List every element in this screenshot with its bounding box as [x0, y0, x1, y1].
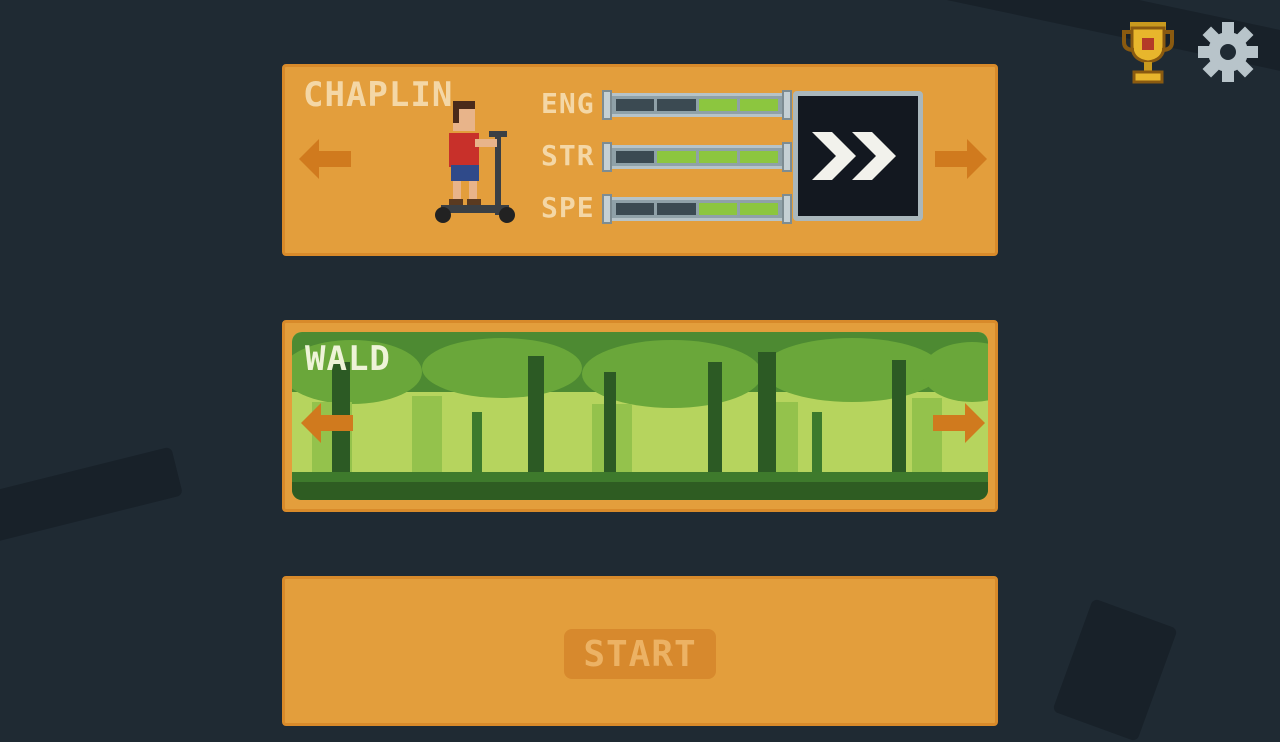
gear-icon	[1198, 22, 1258, 82]
stat-bar-segment	[739, 99, 778, 111]
stat-bar-str	[602, 142, 792, 172]
next-level-button[interactable]	[931, 403, 985, 447]
stat-bar-segment	[739, 151, 778, 163]
character-panel: CHAPLIN ENG STR SPE	[282, 64, 998, 256]
double-chevron-right-icon	[812, 132, 896, 180]
stat-bar-segment	[657, 203, 696, 215]
arrow-left-icon	[301, 403, 353, 443]
start-button[interactable]: START	[564, 629, 716, 679]
stat-bar-segment	[698, 151, 737, 163]
stat-label-spe: SPE	[541, 191, 595, 224]
player-scooter-sprite	[435, 101, 515, 223]
stat-bar-segment	[739, 203, 778, 215]
level-name: WALD	[305, 339, 391, 379]
trophy-icon	[1122, 22, 1174, 84]
prev-character-button[interactable]	[299, 139, 353, 183]
level-preview	[292, 332, 988, 500]
stat-label-eng: ENG	[541, 87, 595, 120]
stat-bar-segment	[616, 151, 655, 163]
trophy-button[interactable]	[1122, 20, 1174, 84]
prev-level-button[interactable]	[301, 403, 355, 447]
stat-bar-spe	[602, 194, 792, 224]
stat-bar-segment	[657, 151, 696, 163]
stat-bar-eng	[602, 90, 792, 120]
next-character-button[interactable]	[933, 139, 987, 183]
stat-label-str: STR	[541, 139, 595, 172]
stat-bar-segment	[616, 203, 655, 215]
stat-bar-segment	[616, 99, 655, 111]
forest-illustration	[292, 332, 988, 500]
settings-button[interactable]	[1196, 20, 1260, 84]
stat-bar-segment	[657, 99, 696, 111]
background-stroke	[0, 446, 184, 544]
arrow-left-icon	[299, 139, 351, 179]
stat-bar-segment	[698, 99, 737, 111]
level-panel: WALD	[282, 320, 998, 512]
background-stroke	[1052, 598, 1178, 742]
arrow-right-icon	[935, 139, 987, 179]
stat-bar-segment	[698, 203, 737, 215]
start-panel: START	[282, 576, 998, 726]
boost-button[interactable]	[793, 91, 923, 221]
arrow-right-icon	[933, 403, 985, 443]
